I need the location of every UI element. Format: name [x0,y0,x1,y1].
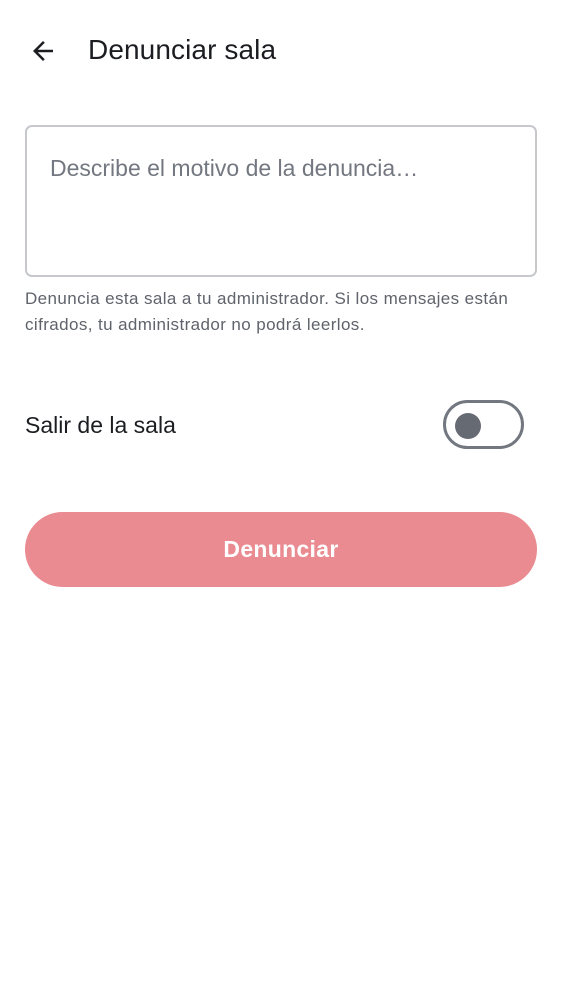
report-button-label: Denunciar [223,536,339,562]
report-button[interactable]: Denunciar [25,512,537,587]
leave-room-switch[interactable] [443,400,524,449]
reason-field [25,125,537,277]
leave-room-label: Salir de la sala [25,412,176,438]
reason-input[interactable] [27,127,535,275]
top-app-bar: Denunciar sala [0,0,562,100]
helper-text: Denuncia esta sala a tu administrador. S… [25,289,509,334]
page-title: Denunciar sala [88,34,277,65]
switch-thumb [455,413,481,439]
report-room-screen: Denunciar sala Denuncia esta sala a tu a… [0,0,562,1000]
leave-room-row: Salir de la sala [25,395,537,455]
arrow-back-icon [33,41,53,61]
back-button[interactable] [18,26,68,76]
